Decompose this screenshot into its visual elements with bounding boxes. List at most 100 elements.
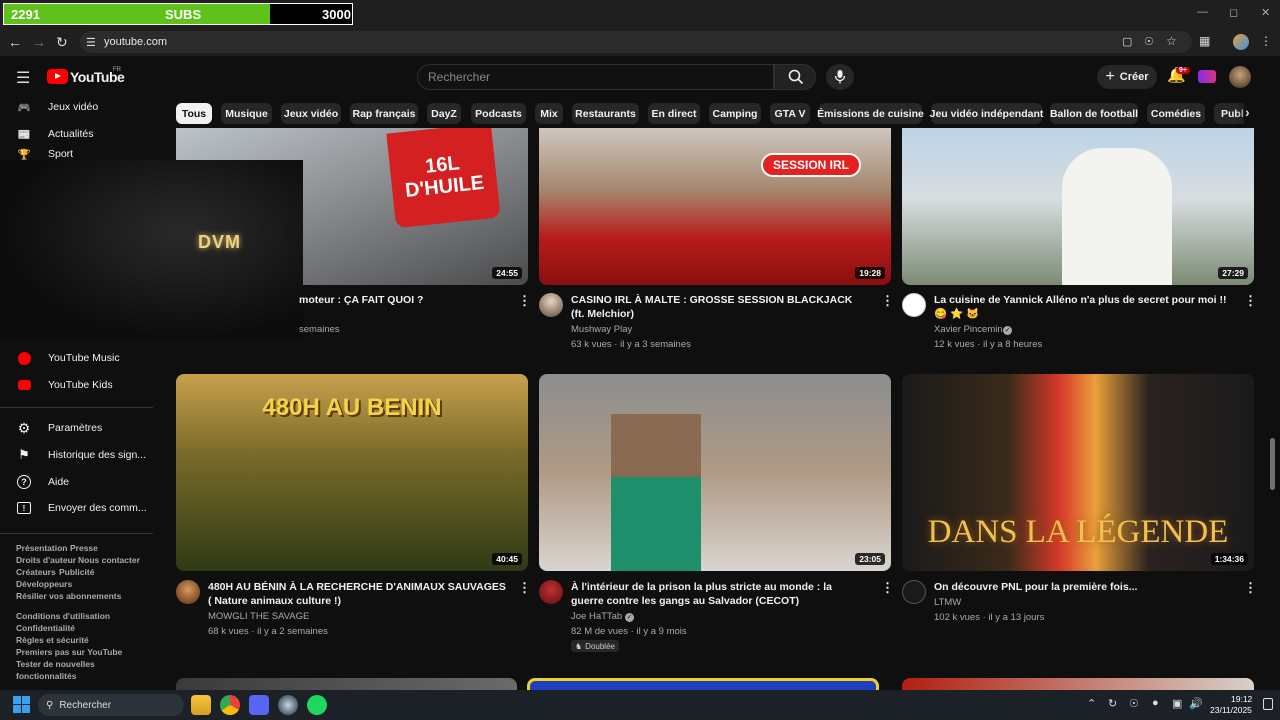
eye-off-icon[interactable]: ☉ bbox=[1144, 35, 1154, 48]
footer-link[interactable]: Tester de nouvelles bbox=[16, 659, 95, 669]
minimize-icon[interactable]: — bbox=[1197, 6, 1208, 18]
back-icon[interactable]: ← bbox=[8, 34, 22, 50]
chip-en-direct[interactable]: En direct bbox=[648, 103, 700, 124]
video-title[interactable]: La cuisine de Yannick Alléno n'a plus de… bbox=[934, 293, 1234, 321]
more-options-icon[interactable]: ⋮ bbox=[518, 293, 531, 309]
chip-emissions-cuisine[interactable]: Émissions de cuisine bbox=[817, 103, 924, 124]
more-options-icon[interactable]: ⋮ bbox=[1244, 293, 1257, 309]
video-thumbnail[interactable]: DANS LA LÉGENDE 1:34:36 bbox=[902, 374, 1254, 571]
premium-icon[interactable] bbox=[1198, 70, 1216, 83]
chip-restaurants[interactable]: Restaurants bbox=[572, 103, 639, 124]
site-info-icon[interactable]: ☰ bbox=[86, 36, 96, 49]
footer-link[interactable]: Nous contacter bbox=[78, 555, 140, 565]
browser-menu-icon[interactable]: ⋮ bbox=[1260, 34, 1272, 48]
more-options-icon[interactable]: ⋮ bbox=[1244, 580, 1257, 596]
clock-time[interactable]: 19:12 bbox=[1231, 694, 1252, 704]
channel-avatar[interactable] bbox=[176, 580, 200, 604]
video-thumbnail[interactable]: 27:29 bbox=[902, 128, 1254, 285]
footer-link[interactable]: Droits d'auteur bbox=[16, 555, 76, 565]
clock-date[interactable]: 23/11/2025 bbox=[1210, 705, 1252, 715]
close-icon[interactable]: ✕ bbox=[1261, 6, 1270, 19]
search-input[interactable]: Rechercher bbox=[417, 64, 774, 90]
chip-jeux-video[interactable]: Jeux vidéo bbox=[281, 103, 341, 124]
channel-avatar[interactable] bbox=[902, 293, 926, 317]
discord-icon[interactable] bbox=[249, 695, 269, 715]
taskbar-search[interactable]: ⚲ Rechercher bbox=[38, 694, 184, 716]
video-thumbnail[interactable]: SESSION IRL 19:28 bbox=[539, 128, 891, 285]
sidebar-item-jeux-video[interactable]: 🎮 Jeux vidéo bbox=[0, 94, 153, 120]
chip-ballon-football[interactable]: Ballon de football bbox=[1050, 103, 1138, 124]
chrome-icon[interactable] bbox=[220, 695, 240, 715]
footer-link[interactable]: Conditions d'utilisation bbox=[16, 611, 110, 621]
channel-name[interactable]: Mushway Play bbox=[571, 322, 632, 337]
sidebar-item-actualites[interactable]: 📰 Actualités bbox=[0, 121, 153, 147]
tray-chevron-icon[interactable]: ⌃ bbox=[1087, 697, 1096, 710]
footer-link[interactable]: Créateurs bbox=[16, 567, 56, 577]
user-avatar[interactable] bbox=[1229, 66, 1251, 88]
windows-start-icon[interactable] bbox=[13, 696, 30, 713]
eye-off-icon[interactable]: ☉ bbox=[1129, 697, 1139, 710]
chip-jeu-independant[interactable]: Jeu vidéo indépendant bbox=[930, 103, 1043, 124]
video-title[interactable]: À l'intérieur de la prison la plus stric… bbox=[571, 580, 866, 608]
youtube-logo-icon[interactable] bbox=[47, 69, 68, 84]
search-button[interactable] bbox=[774, 64, 816, 90]
video-title[interactable]: On découvre PNL pour la première fois... bbox=[934, 580, 1234, 594]
voice-search-button[interactable] bbox=[826, 64, 854, 90]
channel-name[interactable]: MOWGLI THE SAVAGE bbox=[208, 609, 309, 624]
sidebar-item-sport[interactable]: 🏆 Sport bbox=[0, 147, 153, 161]
sidebar-item-historique-signalements[interactable]: ⚑ Historique des sign... bbox=[0, 442, 153, 468]
footer-link[interactable]: fonctionnalités bbox=[16, 671, 76, 681]
video-title[interactable]: moteur : ÇA FAIT QUOI ? bbox=[299, 293, 504, 307]
footer-link[interactable]: Premiers pas sur YouTube bbox=[16, 647, 122, 657]
sidebar-item-youtube-music[interactable]: YouTube Music bbox=[0, 345, 153, 371]
network-icon[interactable]: ▣ bbox=[1172, 697, 1182, 710]
maximize-icon[interactable]: ◻ bbox=[1229, 6, 1238, 19]
volume-icon[interactable]: 🔊 bbox=[1189, 697, 1203, 710]
footer-link[interactable]: Presse bbox=[70, 543, 98, 553]
video-thumbnail[interactable]: 480H AU BENIN 40:45 bbox=[176, 374, 528, 571]
create-button[interactable]: + Créer bbox=[1097, 65, 1157, 89]
profile-avatar[interactable] bbox=[1233, 34, 1249, 50]
footer-link[interactable]: Développeurs bbox=[16, 579, 72, 589]
channel-avatar[interactable] bbox=[539, 580, 563, 604]
footer-link[interactable]: Publicité bbox=[59, 567, 94, 577]
chip-dayz[interactable]: DayZ bbox=[427, 103, 461, 124]
spotify-icon[interactable] bbox=[307, 695, 327, 715]
channel-avatar[interactable] bbox=[902, 580, 926, 604]
channel-name[interactable]: LTMW bbox=[934, 595, 961, 610]
video-thumbnail[interactable] bbox=[176, 678, 517, 690]
more-options-icon[interactable]: ⋮ bbox=[881, 293, 894, 309]
sidebar-item-youtube-kids[interactable]: YouTube Kids bbox=[0, 372, 153, 398]
extensions-icon[interactable]: ▦ bbox=[1199, 34, 1210, 48]
video-title[interactable]: 480H AU BÉNIN À LA RECHERCHE D'ANIMAUX S… bbox=[208, 580, 508, 608]
bookmark-star-icon[interactable]: ☆ bbox=[1166, 34, 1177, 48]
hamburger-menu-icon[interactable]: ☰ bbox=[16, 68, 30, 88]
chip-gta-v[interactable]: GTA V bbox=[770, 103, 810, 124]
chip-comedies[interactable]: Comédies bbox=[1147, 103, 1205, 124]
more-options-icon[interactable]: ⋮ bbox=[518, 580, 531, 596]
notification-center-icon[interactable] bbox=[1263, 698, 1273, 710]
video-thumbnail[interactable]: 23:05 bbox=[539, 374, 891, 571]
chip-camping[interactable]: Camping bbox=[709, 103, 761, 124]
address-bar[interactable] bbox=[80, 31, 1192, 53]
chip-musique[interactable]: Musique bbox=[221, 103, 272, 124]
more-options-icon[interactable]: ⋮ bbox=[881, 580, 894, 596]
steam-icon[interactable] bbox=[278, 695, 298, 715]
chevron-right-icon[interactable]: › bbox=[1245, 104, 1250, 120]
chip-rap-francais[interactable]: Rap français bbox=[350, 103, 418, 124]
scrollbar-thumb[interactable] bbox=[1270, 438, 1275, 490]
video-thumbnail[interactable] bbox=[902, 678, 1254, 690]
chip-podcasts[interactable]: Podcasts bbox=[471, 103, 526, 124]
footer-link[interactable]: Règles et sécurité bbox=[16, 635, 89, 645]
video-title[interactable]: CASINO IRL À MALTE : GROSSE SESSION BLAC… bbox=[571, 293, 866, 321]
install-icon[interactable]: ▢ bbox=[1122, 35, 1132, 48]
sync-icon[interactable]: ↻ bbox=[1108, 697, 1117, 710]
footer-link[interactable]: Présentation bbox=[16, 543, 68, 553]
sidebar-item-aide[interactable]: ? Aide bbox=[0, 469, 153, 495]
sidebar-item-parametres[interactable]: ⚙ Paramètres bbox=[0, 415, 153, 441]
microphone-icon[interactable]: ● bbox=[1152, 697, 1159, 709]
chip-mix[interactable]: Mix bbox=[535, 103, 563, 124]
reload-icon[interactable]: ↻ bbox=[56, 34, 68, 51]
footer-link[interactable]: Résilier vos abonnements bbox=[16, 591, 121, 601]
video-thumbnail[interactable] bbox=[527, 678, 879, 690]
